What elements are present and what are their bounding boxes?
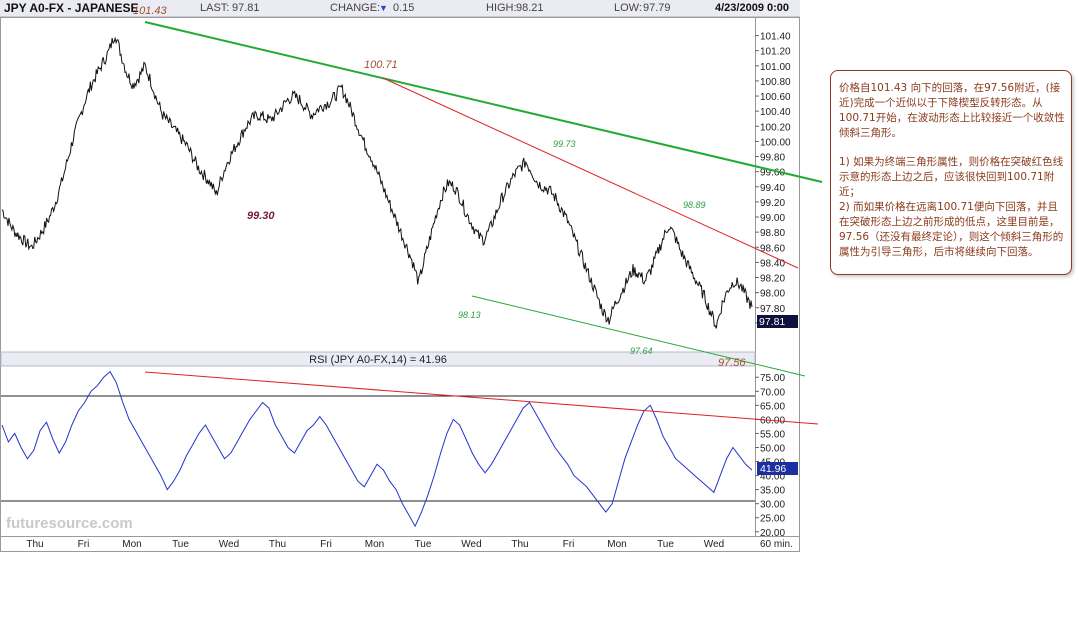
time-tick-label: Thu bbox=[269, 539, 286, 550]
time-axis: Thu Fri Mon Tue Wed Thu Fri Mon Tue Wed Thu Fri Mon T… bbox=[26, 539, 792, 550]
annotation-low-far-right: 97.56 bbox=[718, 357, 746, 369]
note-paragraph-3: 2) 而如果价格在远离100.71便向下回落，并且在突破形态上边之前形成的低点，… bbox=[839, 201, 1064, 258]
chart-frame bbox=[0, 17, 800, 552]
price-tick-label: 101.20 bbox=[760, 47, 791, 58]
price-tick-label: 100.40 bbox=[760, 107, 791, 118]
time-tick-label: Fri bbox=[563, 539, 575, 550]
price-line bbox=[1, 36, 753, 329]
price-tick-label: 100.00 bbox=[760, 137, 791, 148]
rsi-last-value: 41.96 bbox=[760, 463, 786, 475]
price-tick-label: 98.80 bbox=[760, 228, 785, 239]
annotation-top-left: 101.43 bbox=[133, 5, 168, 17]
rsi-series bbox=[1, 370, 753, 528]
annotation-peak-mid: 99.73 bbox=[553, 139, 576, 149]
upper-green-trendline bbox=[144, 21, 823, 183]
time-tick-label: Mon bbox=[365, 539, 384, 550]
price-axis: 101.40 101.20 101.00 100.80 100.60 100.40 100.… bbox=[755, 32, 791, 330]
time-tick-label: Wed bbox=[461, 539, 481, 550]
annotation-left-low: 99.30 bbox=[247, 210, 275, 222]
rsi-tick-label: 75.00 bbox=[760, 373, 785, 384]
price-tick-label: 100.80 bbox=[760, 77, 791, 88]
price-tick-label: 99.00 bbox=[760, 213, 785, 224]
price-last-value: 97.81 bbox=[759, 316, 785, 328]
rsi-tick-label: 30.00 bbox=[760, 500, 785, 511]
rsi-red-trendline bbox=[144, 371, 819, 425]
time-tick-label: Tue bbox=[415, 539, 432, 550]
price-tick-label: 99.80 bbox=[760, 153, 785, 164]
time-tick-label: Tue bbox=[172, 539, 189, 550]
time-tick-label: Fri bbox=[320, 539, 332, 550]
time-tick-label: Mon bbox=[607, 539, 626, 550]
rsi-axis: 75.0070.0065.0060.0055.0050.0045.0040.00… bbox=[755, 373, 785, 539]
note-paragraph-1: 价格自101.43 向下的回落，在97.56附近，(接近)完成一个近似以于下降楔… bbox=[839, 82, 1065, 139]
price-tick-label: 100.60 bbox=[760, 92, 791, 103]
note-paragraph-2: 1) 如果为终端三角形属性，则价格在突破红色线示意的形态上边之后，应该很快回到1… bbox=[839, 156, 1064, 198]
rsi-tick-label: 70.00 bbox=[760, 387, 785, 398]
time-interval-label: 60 min. bbox=[760, 539, 793, 550]
annotation-peak-right: 98.89 bbox=[683, 200, 706, 210]
time-tick-label: Mon bbox=[122, 539, 141, 550]
rsi-tick-label: 35.00 bbox=[760, 486, 785, 497]
annotation-mid-low: 98.13 bbox=[458, 310, 481, 320]
price-tick-label: 101.40 bbox=[760, 32, 791, 43]
rsi-tick-label: 50.00 bbox=[760, 443, 785, 454]
rsi-tick-label: 55.00 bbox=[760, 429, 785, 440]
rsi-line bbox=[1, 370, 753, 528]
price-tick-label: 98.00 bbox=[760, 289, 785, 300]
rsi-title: RSI (JPY A0-FX,14) = 41.96 bbox=[309, 354, 447, 366]
price-tick-label: 97.80 bbox=[760, 304, 785, 315]
rsi-tick-label: 25.00 bbox=[760, 514, 785, 525]
annotation-top-mid: 100.71 bbox=[364, 59, 398, 71]
time-tick-label: Thu bbox=[26, 539, 43, 550]
price-tick-label: 100.20 bbox=[760, 122, 791, 133]
price-series bbox=[1, 36, 753, 329]
analysis-note: 价格自101.43 向下的回落，在97.56附近，(接近)完成一个近似以于下降楔… bbox=[830, 70, 1072, 275]
time-tick-label: Fri bbox=[78, 539, 90, 550]
red-trendline bbox=[382, 77, 799, 269]
watermark: futuresource.com bbox=[6, 515, 133, 532]
price-tick-label: 98.20 bbox=[760, 274, 785, 285]
time-tick-label: Wed bbox=[704, 539, 724, 550]
time-tick-label: Tue bbox=[657, 539, 674, 550]
rsi-tick-label: 20.00 bbox=[760, 528, 785, 539]
price-tick-label: 101.00 bbox=[760, 62, 791, 73]
price-tick-label: 99.40 bbox=[760, 183, 785, 194]
rsi-tick-label: 65.00 bbox=[760, 401, 785, 412]
price-tick-label: 99.20 bbox=[760, 198, 785, 209]
annotation-low-right: 97.64 bbox=[630, 346, 653, 356]
time-tick-label: Wed bbox=[219, 539, 239, 550]
time-tick-label: Thu bbox=[511, 539, 528, 550]
